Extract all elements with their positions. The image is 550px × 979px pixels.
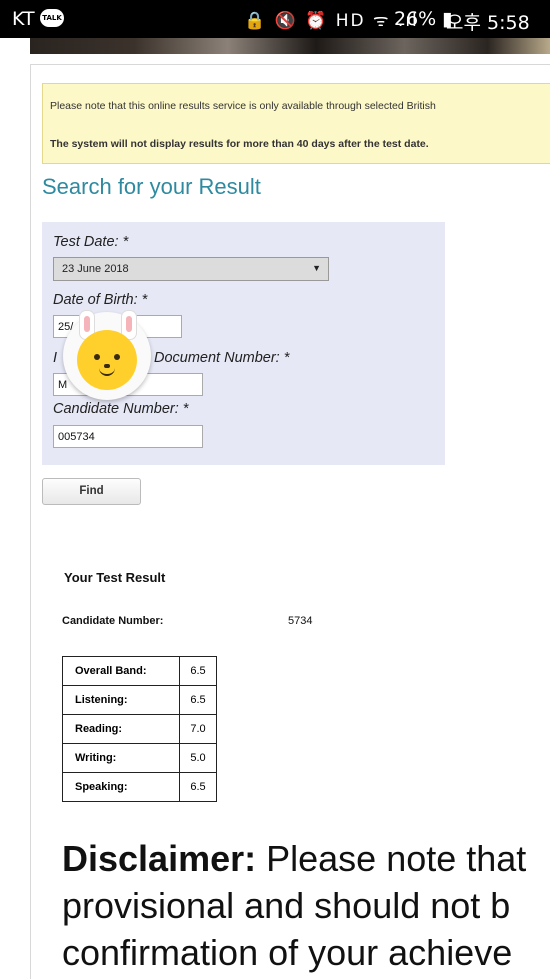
dob-label: Date of Birth: *	[53, 292, 148, 308]
test-date-value: 23 June 2018	[62, 263, 129, 275]
test-date-select[interactable]: 23 June 2018 ▼	[53, 257, 329, 281]
kakaotalk-icon: TALK	[40, 9, 64, 27]
disclaimer-heading: Disclaimer:	[62, 838, 257, 879]
score-label: Overall Band:	[62, 656, 180, 686]
table-row: Reading: 7.0	[62, 714, 217, 744]
score-table: Overall Band: 6.5 Listening: 6.5 Reading: 7…	[62, 656, 217, 802]
dropdown-arrow-icon: ▼	[312, 263, 321, 273]
table-row: Listening: 6.5	[62, 685, 217, 715]
score-value: 6.5	[179, 656, 217, 686]
score-value: 6.5	[179, 772, 217, 802]
table-row: Speaking: 6.5	[62, 772, 217, 802]
disclaimer-text: Disclaimer: Please note that provisional…	[62, 835, 550, 978]
score-value: 6.5	[179, 685, 217, 715]
page-title: Search for your Result	[42, 174, 261, 199]
table-row: Writing: 5.0	[62, 743, 217, 773]
candidate-number-input[interactable]: 005734	[53, 425, 203, 448]
score-value: 5.0	[179, 743, 217, 773]
status-bar: KT TALK 🔒 🔇 ⏰ HD ᯤ .ıl 26% ▮ 오후 5:58	[0, 0, 550, 38]
disclaimer-line: provisional and should not b	[62, 885, 511, 926]
status-icons: 🔒 🔇 ⏰ HD ᯤ .ıl	[244, 11, 419, 31]
notice-box: Please note that this online results ser…	[42, 83, 550, 164]
score-label: Speaking:	[62, 772, 180, 802]
disclaimer-line: Please note that	[256, 838, 527, 879]
notice-text: Please note that this online results ser…	[50, 100, 436, 112]
floating-chat-bubble[interactable]	[63, 310, 151, 400]
notice-warning: The system will not display results for …	[50, 138, 429, 150]
candidate-number-label: Candidate Number: *	[53, 401, 189, 417]
clock: 오후 5:58	[446, 12, 530, 34]
score-value: 7.0	[179, 714, 217, 744]
score-label: Listening:	[62, 685, 180, 715]
score-label: Writing:	[62, 743, 180, 773]
result-candidate-value: 5734	[288, 615, 313, 627]
id-document-label: Document Number: *	[154, 350, 290, 366]
table-row: Overall Band: 6.5	[62, 656, 217, 686]
disclaimer-line: confirmation of your achieve	[62, 932, 513, 973]
test-date-label: Test Date: *	[53, 234, 129, 250]
header-banner-image	[30, 38, 550, 54]
battery-indicator: 26% ▮	[394, 8, 453, 30]
carrier-label: KT	[12, 8, 35, 30]
bear-face-icon	[77, 330, 137, 390]
find-button[interactable]: Find	[42, 478, 141, 505]
score-label: Reading:	[62, 714, 180, 744]
result-title: Your Test Result	[64, 570, 166, 585]
id-label-start: I	[53, 350, 58, 366]
result-candidate-label: Candidate Number:	[62, 615, 164, 627]
